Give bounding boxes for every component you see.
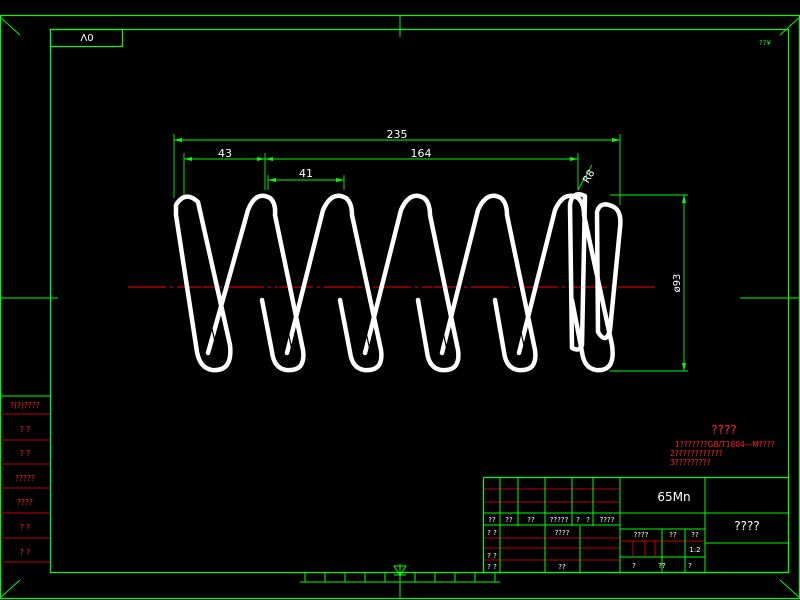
left-row-1: ? ? [487, 552, 497, 560]
stage-label: ???? [634, 531, 649, 539]
rev-cell-0: ?? [488, 516, 496, 524]
corner-diagonal-bl [0, 579, 21, 599]
weight-label: ?? [669, 531, 677, 539]
rev-cell-2: ?? [527, 516, 535, 524]
corner-diagonal-br [779, 579, 800, 599]
side-cell-6: ? ? [20, 548, 30, 557]
drawing-number: 0V [80, 31, 93, 42]
dim-radius: R8 [581, 168, 597, 185]
sign-label: ???? [555, 529, 570, 537]
drawing-name: ???? [734, 519, 759, 533]
dim-diameter: ø93 [672, 274, 683, 293]
side-cell-0: ?(?)???? [10, 401, 40, 410]
rev-cell-3: ????? [550, 516, 569, 524]
corner-diagonal-tl [0, 16, 21, 36]
sheet-cell-1: ?? [658, 562, 666, 570]
dim-pitch: 41 [299, 167, 313, 180]
side-table [0, 395, 50, 572]
corner-diagonal-tr [779, 16, 800, 36]
side-cell-2: ? ? [20, 449, 30, 458]
dim-end-offset: 43 [218, 147, 232, 160]
spring-coils [173, 192, 623, 373]
side-cell-1: ? ? [20, 425, 30, 434]
side-cell-5: ? ? [20, 523, 30, 532]
notes-line-3: 3????????? [670, 458, 711, 467]
sheet-cell-0: ? [632, 562, 636, 570]
material-label: 65Mn [657, 490, 690, 504]
left-row-2: ? ? [487, 563, 497, 571]
outer-border [0, 14, 800, 600]
rev-cell-6: ???? [600, 516, 615, 524]
dim-overall-length: 235 [387, 128, 408, 141]
cell-b: ?? [558, 563, 566, 571]
rev-cell-4: ? [576, 516, 580, 524]
side-cell-4: ???? [17, 498, 33, 507]
corner-mark: ??¥ [759, 39, 771, 47]
scale-value: 1:2 [689, 546, 700, 554]
left-row-0: ? ? [487, 529, 497, 537]
rev-cell-5: ? [586, 516, 590, 524]
rev-cell-1: ?? [505, 516, 513, 524]
notes-line-1: 1???????GB/T1804—M???? [675, 440, 775, 449]
notes-title: ???? [711, 423, 736, 437]
side-cell-3: ????? [15, 474, 35, 483]
scale-label: ?? [691, 531, 699, 539]
drawing-canvas: 0V ??¥ 235 43 164 41 R8 ø93 ???? 1??????… [0, 14, 800, 600]
notes-line-2: 2???????????? [670, 449, 723, 458]
dim-body-length: 164 [411, 147, 432, 160]
sheet-cell-2: ? [688, 562, 692, 570]
